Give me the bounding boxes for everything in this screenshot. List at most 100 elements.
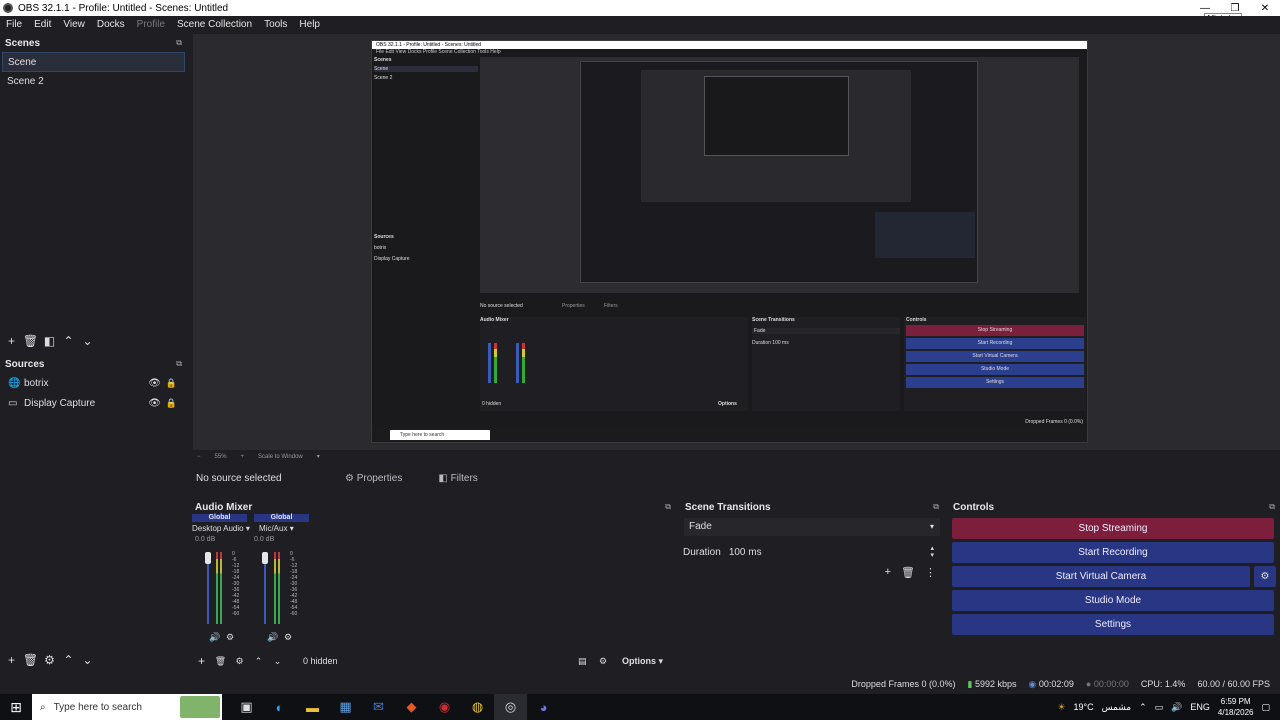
menu-scene-collection[interactable]: Scene Collection	[171, 19, 258, 30]
zoom-in-button[interactable]: +	[241, 454, 245, 460]
channel-name[interactable]: Desktop Audio ▾	[192, 524, 250, 533]
lock-icon[interactable]: 🔒	[166, 398, 177, 409]
menu-help[interactable]: Help	[293, 19, 326, 30]
more-vertical-icon[interactable]: ⋮	[925, 566, 936, 579]
speaker-icon[interactable]: 🔊	[267, 632, 278, 643]
browser-source-icon: 🌐	[8, 377, 21, 389]
menu-docks[interactable]: Docks	[91, 19, 131, 30]
trash-icon[interactable]: 🗑	[211, 656, 230, 667]
weather-desc: مشمس	[1101, 701, 1132, 712]
gear-icon[interactable]: ⚙	[230, 656, 249, 667]
volume-meter	[274, 552, 276, 624]
trash-icon[interactable]: 🗑	[901, 566, 915, 579]
chevron-up-icon[interactable]: ⌃	[1139, 702, 1147, 713]
dock-float-icon[interactable]: ⧉	[176, 38, 182, 48]
taskbar-apps: ▣ ◐ ▬ ▦ ✉ ◆ ◉ ◍ ◎ ◕	[230, 694, 560, 720]
studio-mode-button[interactable]: Studio Mode	[952, 590, 1274, 611]
start-recording-button[interactable]: Start Recording	[952, 542, 1274, 563]
menu-file[interactable]: File	[0, 19, 28, 30]
nested-start-recording: Start Recording	[906, 338, 1084, 349]
chevron-down-icon[interactable]: ⌄	[78, 334, 97, 348]
channel-settings-icon[interactable]: ⚙	[284, 632, 292, 643]
file-explorer-icon[interactable]: ▬	[296, 694, 329, 720]
properties-button[interactable]: ⚙ Properties	[339, 470, 408, 487]
speaker-icon[interactable]: 🔊	[209, 632, 220, 643]
source-context-bar: No source selected ⚙ Properties ◧ Filter…	[193, 467, 1280, 489]
transition-select[interactable]: Fade ▾	[684, 518, 940, 536]
menu-tools[interactable]: Tools	[258, 19, 293, 30]
app-red-icon[interactable]: ◉	[428, 694, 461, 720]
menu-profile[interactable]: Profile	[131, 19, 171, 30]
gear-icon[interactable]: ⚙	[599, 656, 607, 667]
obs-taskbar-icon[interactable]: ◎	[494, 694, 527, 720]
zoom-out-button[interactable]: −	[197, 454, 201, 460]
scenes-header: Scenes ⧉	[0, 34, 187, 52]
brave-icon[interactable]: ◆	[395, 694, 428, 720]
lang-indicator[interactable]: ENG	[1190, 702, 1210, 712]
nested-title: OBS 32.1.1 - Profile: Untitled - Scenes:…	[376, 42, 482, 48]
dock-float-icon[interactable]: ⧉	[1269, 502, 1275, 512]
visibility-eye-icon[interactable]: 👁	[148, 398, 161, 409]
layout-icon[interactable]: ▤	[578, 656, 587, 667]
taskbar-clock[interactable]: 6:59 PM 4/18/2026	[1218, 696, 1254, 718]
volume-icon[interactable]: 🔊	[1171, 702, 1182, 713]
volume-fader-handle[interactable]	[262, 552, 268, 564]
start-virtual-camera-button[interactable]: Start Virtual Camera	[952, 566, 1250, 587]
chevron-up-icon[interactable]: ⌃	[59, 653, 78, 667]
chevron-down-icon[interactable]: ▾	[317, 453, 320, 460]
settings-button[interactable]: Settings	[952, 614, 1274, 635]
volume-fader-handle[interactable]	[205, 552, 211, 564]
dropdown-arrow-icon: ▾	[289, 524, 294, 533]
trash-icon[interactable]: 🗑	[21, 653, 40, 667]
channel-name[interactable]: Mic/Aux ▾	[254, 524, 309, 533]
dock-float-icon[interactable]: ⧉	[933, 502, 939, 512]
network-icon[interactable]: ▭	[1155, 702, 1164, 713]
chrome-icon[interactable]: ◍	[461, 694, 494, 720]
scene-item[interactable]: Scene	[2, 52, 185, 72]
windows-start-icon[interactable]: ⊞	[0, 694, 32, 720]
scene-item[interactable]: Scene 2	[2, 72, 185, 92]
trash-icon[interactable]: 🗑	[21, 334, 40, 348]
virtual-camera-settings-gear-icon[interactable]: ⚙	[1254, 566, 1276, 587]
options-button[interactable]: Options ▾	[622, 656, 663, 667]
lock-icon[interactable]: 🔒	[166, 378, 177, 389]
store-icon[interactable]: ▦	[329, 694, 362, 720]
mail-icon[interactable]: ✉	[362, 694, 395, 720]
menu-view[interactable]: View	[57, 19, 91, 30]
filter-icon[interactable]: ◧	[40, 334, 59, 348]
weather-temp: 19°C	[1073, 702, 1094, 712]
add-icon[interactable]: +	[2, 334, 21, 348]
chevron-down-icon[interactable]: ⌄	[78, 653, 97, 667]
notification-icon[interactable]: ▢	[1261, 702, 1270, 713]
chevron-up-icon[interactable]: ⌃	[249, 656, 268, 667]
filters-button[interactable]: ◧ Filters	[432, 470, 483, 487]
obs-logo-icon	[3, 3, 13, 13]
close-button[interactable]: ✕	[1250, 0, 1280, 16]
visibility-eye-icon[interactable]: 👁	[148, 378, 161, 389]
preview-canvas[interactable]: OBS 32.1.1 - Profile: Untitled - Scenes:…	[193, 34, 1280, 450]
gear-icon[interactable]: ⚙	[40, 653, 59, 667]
scale-to-window-select[interactable]: Scale to Window	[258, 454, 303, 460]
edge-icon[interactable]: ◐	[263, 694, 296, 720]
task-view-icon[interactable]: ▣	[230, 694, 263, 720]
duration-input[interactable]	[728, 544, 889, 560]
stop-streaming-button[interactable]: Stop Streaming	[952, 518, 1274, 539]
add-icon[interactable]: +	[885, 566, 891, 579]
channel-settings-icon[interactable]: ⚙	[226, 632, 234, 643]
chevron-up-icon[interactable]: ⌃	[59, 334, 78, 348]
source-item[interactable]: ▭ Display Capture 👁 🔒	[2, 393, 185, 413]
menu-edit[interactable]: Edit	[28, 19, 57, 30]
dock-float-icon[interactable]: ⧉	[176, 359, 182, 369]
taskbar-search[interactable]: ⌕ Type here to search	[32, 694, 222, 720]
app-purple-icon[interactable]: ◕	[527, 694, 560, 720]
add-icon[interactable]: +	[2, 653, 21, 667]
source-item[interactable]: 🌐 botrix 👁 🔒	[2, 373, 185, 393]
dropdown-arrow-icon: ▾	[929, 522, 934, 531]
menu-bar: File Edit View Docks Profile Scene Colle…	[0, 16, 1280, 32]
dock-float-icon[interactable]: ⧉	[665, 502, 671, 512]
chevron-down-icon[interactable]: ⌄	[268, 656, 287, 667]
channel-global-badge: Global	[192, 514, 247, 522]
duration-spinner[interactable]: ▴ ▾	[930, 545, 934, 559]
obs-window: OBS 32.1.1 - Profile: Untitled - Scenes:…	[0, 0, 1280, 720]
add-icon[interactable]: +	[192, 654, 211, 668]
